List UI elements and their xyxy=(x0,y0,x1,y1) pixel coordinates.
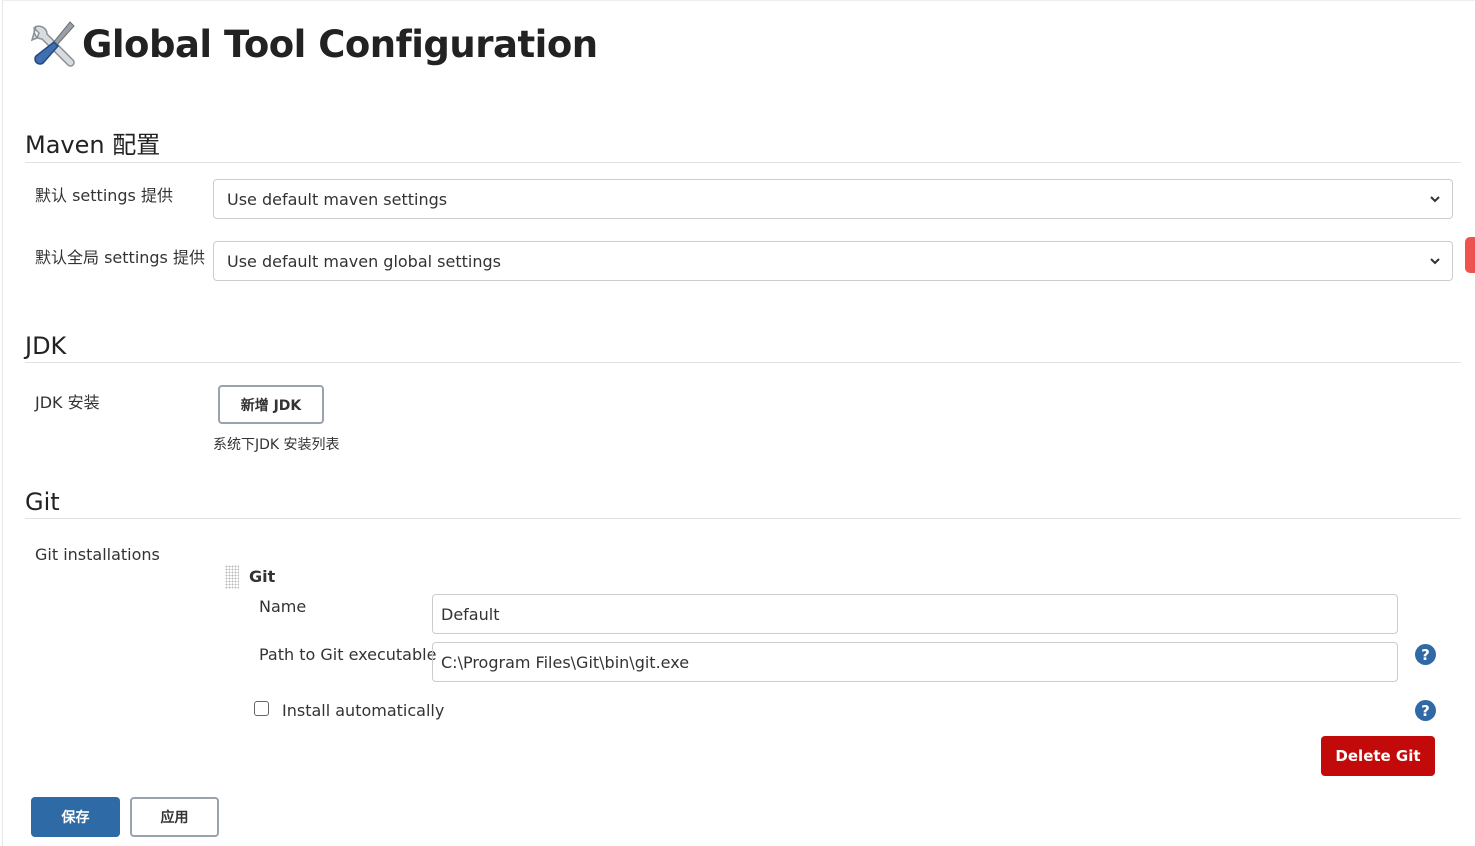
git-name-input[interactable]: Default xyxy=(432,594,1398,634)
jdk-description: 系统下JDK 安装列表 xyxy=(213,437,340,453)
page-border-top xyxy=(2,0,1475,1)
jdk-install-label: JDK 安装 xyxy=(35,393,100,412)
page-header: Global Tool Configuration xyxy=(24,16,598,72)
maven-global-settings-value: Use default maven global settings xyxy=(227,251,501,271)
help-icon[interactable]: ? xyxy=(1415,700,1436,721)
drag-handle[interactable] xyxy=(225,565,239,589)
git-path-label: Path to Git executable xyxy=(259,645,437,664)
save-button[interactable]: 保存 xyxy=(31,797,120,837)
maven-settings-select[interactable]: Use default maven settings xyxy=(213,179,1453,219)
wrench-screwdriver-icon xyxy=(30,21,75,67)
help-icon[interactable]: ? xyxy=(1415,644,1436,665)
maven-section-heading: Maven 配置 xyxy=(25,125,1461,163)
add-jdk-button[interactable]: 新增 JDK xyxy=(218,385,324,424)
git-installations-label: Git installations xyxy=(35,545,160,564)
install-automatically-checkbox[interactable] xyxy=(254,701,269,716)
page-title: Global Tool Configuration xyxy=(82,22,598,66)
page-border xyxy=(2,0,3,846)
maven-settings-value: Use default maven settings xyxy=(227,189,448,209)
chevron-down-icon xyxy=(1430,258,1440,265)
maven-global-settings-select[interactable]: Use default maven global settings xyxy=(213,241,1453,281)
git-path-input[interactable]: C:\Program Files\Git\bin\git.exe xyxy=(432,642,1398,682)
git-name-label: Name xyxy=(259,597,307,616)
git-section-heading: Git xyxy=(25,488,1461,519)
chevron-down-icon xyxy=(1430,196,1440,203)
install-automatically-label[interactable]: Install automatically xyxy=(282,701,444,720)
maven-settings-label: 默认 settings 提供 xyxy=(35,186,173,205)
side-feedback-tab[interactable] xyxy=(1465,237,1475,273)
jdk-section-heading: JDK xyxy=(25,332,1461,363)
apply-button[interactable]: 应用 xyxy=(130,797,219,837)
git-item-title: Git xyxy=(249,567,276,586)
maven-global-settings-label: 默认全局 settings 提供 xyxy=(35,248,205,267)
delete-git-button[interactable]: Delete Git xyxy=(1321,736,1435,776)
